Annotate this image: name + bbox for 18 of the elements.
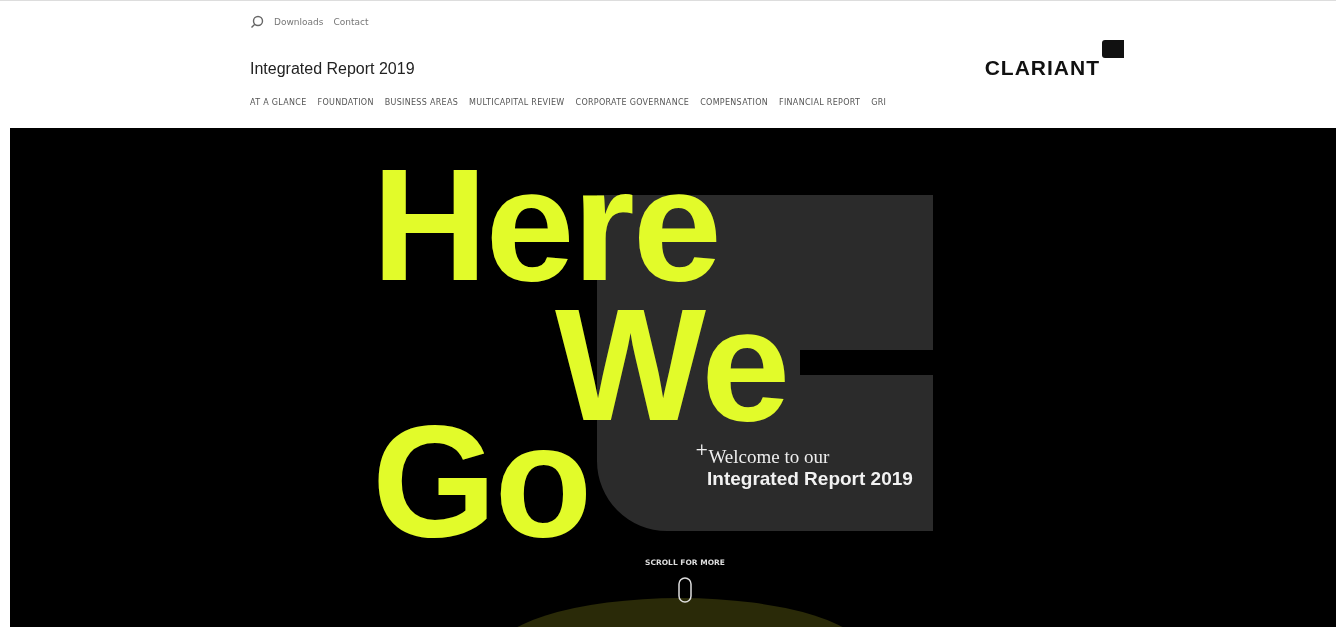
site-title[interactable]: Integrated Report 2019 xyxy=(250,60,415,80)
nav-item[interactable]: BUSINESS AREAS xyxy=(384,98,459,107)
search-icon[interactable] xyxy=(250,15,264,29)
nav-item[interactable]: MULTICAPITAL REVIEW xyxy=(469,98,565,107)
plus-sign: + xyxy=(695,442,709,458)
top-link[interactable]: Downloads xyxy=(274,17,324,27)
nav-item[interactable]: FOUNDATION xyxy=(317,98,374,107)
logo[interactable]: CLARIANT xyxy=(984,40,1124,80)
nav-item[interactable]: COMPENSATION xyxy=(700,98,768,107)
hero-subtitle: Integrated Report 2019 xyxy=(707,468,913,490)
welcome-text: Welcome to our xyxy=(708,446,830,468)
top-link[interactable]: Contact xyxy=(333,17,369,27)
nav-item[interactable]: FINANCIAL REPORT xyxy=(779,98,861,107)
nav-item[interactable]: AT A GLANCE xyxy=(250,98,307,107)
nav-item[interactable]: GRI xyxy=(871,98,887,107)
nav-item[interactable]: CORPORATE GOVERNANCE xyxy=(575,98,690,107)
mouse-icon[interactable] xyxy=(678,577,692,603)
headline-word: Here xyxy=(372,145,720,305)
